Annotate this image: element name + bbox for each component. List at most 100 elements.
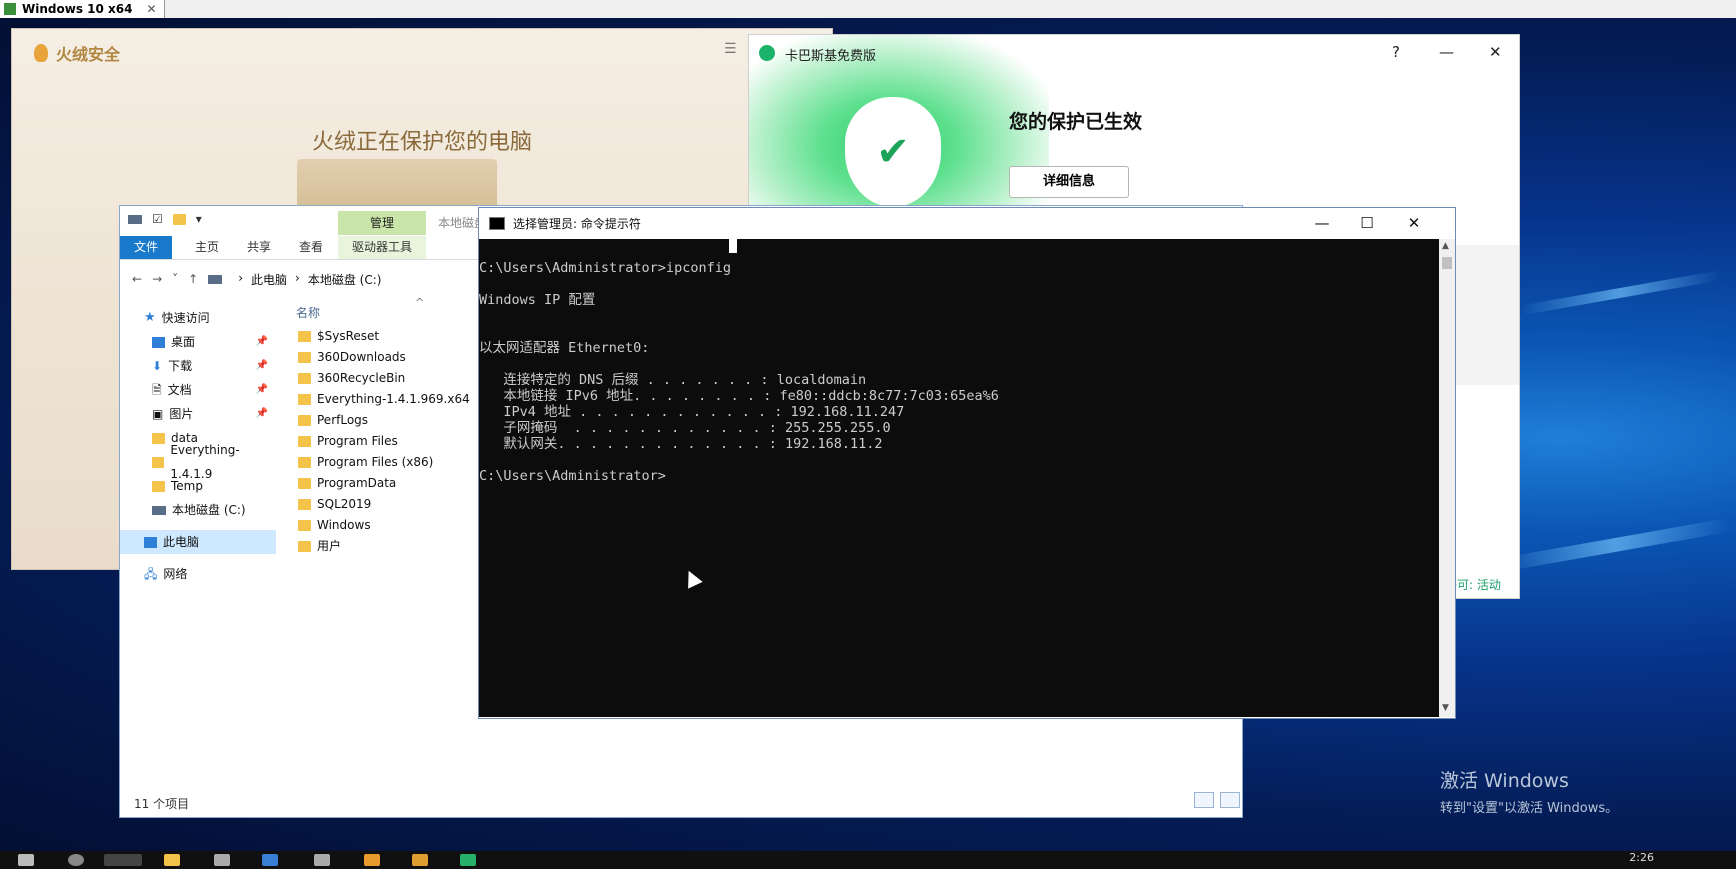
- folder-icon[interactable]: [172, 213, 186, 225]
- taskbar-app-icon[interactable]: [214, 854, 230, 866]
- nav-this-pc[interactable]: 此电脑: [120, 530, 276, 554]
- large-icons-view-icon[interactable]: [1220, 792, 1240, 808]
- breadcrumb[interactable]: › 此电脑 › 本地磁盘 (C:): [238, 271, 381, 288]
- console-line: IPv4 地址 . . . . . . . . . . . . : 192.16…: [479, 404, 905, 420]
- list-item[interactable]: Windows: [298, 515, 470, 536]
- list-item[interactable]: 360RecycleBin: [298, 368, 470, 389]
- folder-icon: [298, 436, 311, 447]
- dropdown-icon[interactable]: ▾: [196, 212, 202, 226]
- taskbar-app-icon[interactable]: [412, 854, 428, 866]
- start-icon[interactable]: [18, 854, 34, 866]
- taskbar-cmd-icon[interactable]: [104, 854, 142, 866]
- details-button[interactable]: 详细信息: [1009, 166, 1129, 198]
- nav-pictures[interactable]: ▣ 图片 📌: [120, 402, 276, 426]
- list-item[interactable]: Program Files (x86): [298, 452, 470, 473]
- minimize-icon[interactable]: —: [1439, 43, 1454, 61]
- document-icon: 🗎: [152, 383, 162, 397]
- pin-icon[interactable]: 📌: [256, 402, 268, 426]
- command-prompt-window[interactable]: 选择管理员: 命令提示符 — ☐ ✕ C:\Users\Administrato…: [478, 207, 1456, 719]
- list-item[interactable]: SQL2019: [298, 494, 470, 515]
- nav-downloads[interactable]: ⬇ 下载 📌: [120, 354, 276, 378]
- nav-quick-access[interactable]: ★ 快速访问: [120, 306, 276, 330]
- file-name: 360Downloads: [317, 350, 406, 364]
- help-icon[interactable]: ?: [1392, 43, 1400, 61]
- drive-icon: [128, 214, 142, 224]
- scroll-thumb[interactable]: [1442, 257, 1452, 269]
- properties-icon[interactable]: ☑: [152, 212, 163, 226]
- nav-documents[interactable]: 🗎 文档 📌: [120, 378, 276, 402]
- pin-icon[interactable]: 📌: [256, 378, 268, 402]
- folder-icon: [152, 480, 165, 492]
- breadcrumb-this-pc[interactable]: 此电脑: [251, 271, 287, 288]
- tab-share[interactable]: 共享: [234, 236, 284, 259]
- light-beam: [1500, 517, 1730, 573]
- cmd-title: 选择管理员: 命令提示符: [513, 217, 641, 231]
- nav-network[interactable]: 🖧 网络: [120, 562, 276, 586]
- nav-desktop[interactable]: 桌面 📌: [120, 330, 276, 354]
- nav-local-disk[interactable]: 本地磁盘 (C:): [120, 498, 276, 522]
- file-name: PerfLogs: [317, 413, 369, 427]
- nav-everything[interactable]: Everything-1.4.1.9: [120, 443, 276, 481]
- view-switcher[interactable]: [1194, 792, 1240, 808]
- tab-home[interactable]: 主页: [182, 236, 232, 259]
- huorong-logo: 火绒安全: [34, 41, 120, 65]
- network-icon: 🖧: [144, 567, 158, 581]
- folder-icon: [298, 331, 311, 342]
- scroll-up-icon[interactable]: ▲: [1442, 241, 1449, 251]
- kaspersky-logo-icon: [759, 45, 775, 61]
- column-header-name[interactable]: 名称: [296, 304, 320, 321]
- minimize-icon[interactable]: —: [1299, 214, 1345, 232]
- folder-icon: [298, 541, 311, 552]
- vm-tab-close-icon[interactable]: ✕: [146, 2, 156, 16]
- nav-label: 快速访问: [161, 311, 210, 325]
- list-item[interactable]: $SysReset: [298, 326, 470, 347]
- manage-context-group[interactable]: 管理: [338, 211, 426, 235]
- activate-title: 激活 Windows: [1440, 770, 1569, 792]
- pin-icon[interactable]: 📌: [256, 330, 268, 354]
- tab-drive-tools[interactable]: 驱动器工具: [338, 236, 426, 259]
- quick-access-toolbar[interactable]: ☑ ▾: [128, 212, 202, 226]
- taskbar: 2:26: [0, 851, 1736, 869]
- nav-temp[interactable]: Temp: [120, 474, 276, 498]
- tab-view[interactable]: 查看: [286, 236, 336, 259]
- taskbar-app-icon[interactable]: [314, 854, 330, 866]
- list-item[interactable]: Everything-1.4.1.969.x64: [298, 389, 470, 410]
- search-icon[interactable]: [68, 854, 84, 866]
- taskbar-kaspersky-icon[interactable]: [460, 854, 476, 866]
- back-icon[interactable]: ←: [132, 272, 142, 286]
- file-name: Program Files: [317, 434, 398, 448]
- details-view-icon[interactable]: [1194, 792, 1214, 808]
- navigation-pane[interactable]: ★ 快速访问 桌面 📌 ⬇ 下载 📌 🗎 文档 📌 ▣ 图片 📌 data Everything…: [120, 306, 276, 586]
- list-item[interactable]: 用户: [298, 536, 470, 557]
- folder-icon: [152, 456, 165, 468]
- list-icon[interactable]: ☰: [724, 41, 737, 57]
- breadcrumb-local-disk[interactable]: 本地磁盘 (C:): [308, 271, 382, 288]
- tab-file[interactable]: 文件: [120, 236, 172, 259]
- list-item[interactable]: PerfLogs: [298, 410, 470, 431]
- list-item[interactable]: Program Files: [298, 431, 470, 452]
- scroll-down-icon[interactable]: ▼: [1442, 703, 1449, 713]
- file-list[interactable]: $SysReset 360Downloads 360RecycleBin Eve…: [298, 326, 470, 557]
- taskbar-explorer-icon[interactable]: [164, 854, 180, 866]
- up-icon[interactable]: ↑: [188, 272, 198, 286]
- taskbar-app-icon[interactable]: [262, 854, 278, 866]
- folder-icon: [152, 432, 165, 444]
- list-item[interactable]: ProgramData: [298, 473, 470, 494]
- console-output[interactable]: C:\Users\Administrator>ipconfig Windows …: [479, 239, 1439, 717]
- list-item[interactable]: 360Downloads: [298, 347, 470, 368]
- taskbar-clock[interactable]: 2:26: [1629, 851, 1654, 864]
- close-icon[interactable]: ✕: [1391, 214, 1437, 232]
- maximize-icon[interactable]: ☐: [1344, 214, 1390, 232]
- activate-windows-watermark: 激活 Windows 转到"设置"以激活 Windows。: [1440, 766, 1618, 816]
- huorong-app-name: 火绒安全: [56, 45, 121, 64]
- close-icon[interactable]: ✕: [1489, 43, 1502, 61]
- cmd-scrollbar[interactable]: ▲ ▼: [1439, 239, 1455, 717]
- pin-icon[interactable]: 📌: [256, 354, 268, 378]
- forward-icon[interactable]: →: [152, 272, 162, 286]
- vm-tab[interactable]: Windows 10 x64 ✕: [0, 0, 165, 18]
- computer-icon: [144, 536, 157, 548]
- taskbar-huorong-icon[interactable]: [364, 854, 380, 866]
- nav-label: 本地磁盘 (C:): [172, 503, 246, 517]
- history-icon[interactable]: ˅: [172, 272, 178, 286]
